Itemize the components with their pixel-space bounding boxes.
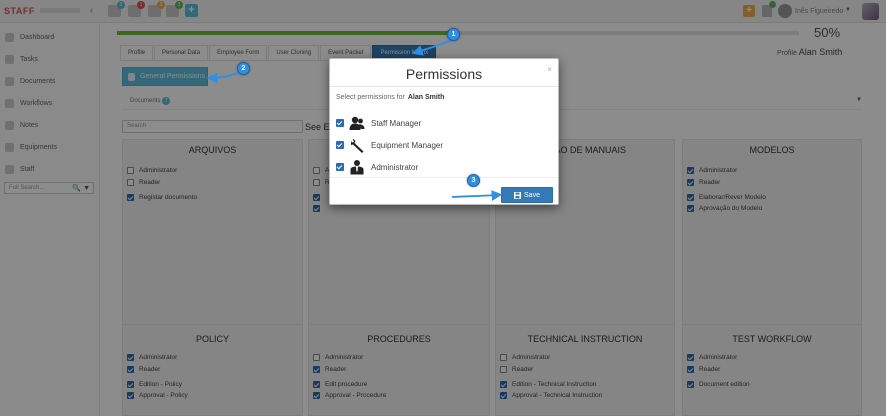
arrow-to-general-permissions [206, 72, 239, 84]
step-marker-1: 1 [447, 28, 460, 41]
arrow-to-permission-matrix [411, 39, 453, 56]
arrow-to-save [451, 190, 503, 201]
step-marker-3: 3 [467, 174, 480, 187]
step-marker-2: 2 [237, 62, 250, 75]
tutorial-arrows [206, 39, 503, 201]
